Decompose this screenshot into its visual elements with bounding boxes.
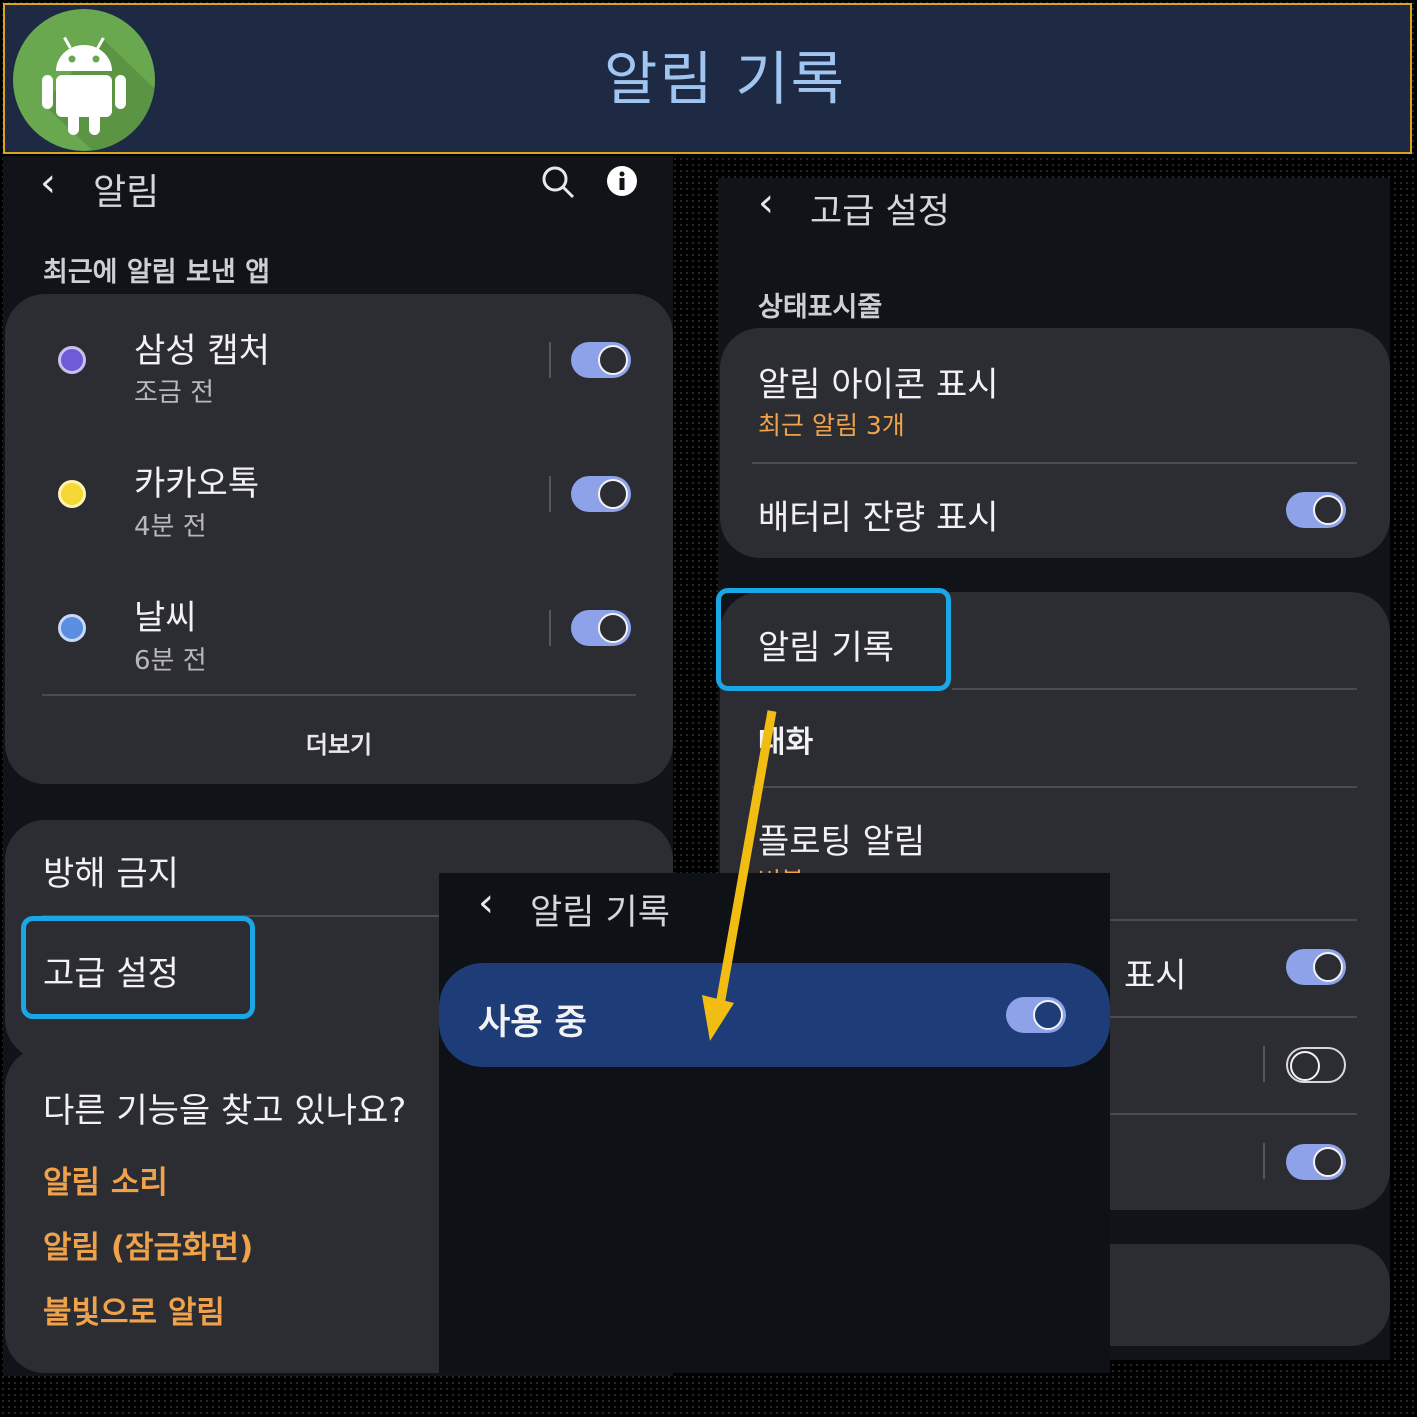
separator <box>1263 1143 1265 1179</box>
option-toggle[interactable] <box>1286 949 1346 985</box>
separator <box>1263 1046 1265 1082</box>
page-title: 고급 설정 <box>810 192 950 232</box>
do-not-disturb-item[interactable]: 방해 금지 <box>43 846 179 895</box>
link-lock-screen[interactable]: 알림 (잠금화면) <box>43 1222 253 1267</box>
advanced-settings-highlight <box>21 916 255 1019</box>
status-bar-section-title: 상태표시줄 <box>758 292 883 323</box>
app-name: 날씨 <box>134 598 197 638</box>
option-toggle[interactable] <box>1286 1144 1346 1180</box>
link-flash-notification[interactable]: 불빛으로 알림 <box>43 1287 225 1332</box>
separator <box>549 342 551 378</box>
banner-title: 알림 기록 <box>604 45 846 113</box>
app-toggle[interactable] <box>571 610 631 646</box>
app-time: 4분 전 <box>134 512 207 542</box>
divider <box>1110 1016 1357 1018</box>
capture-icon <box>58 346 86 374</box>
search-icon[interactable] <box>541 165 575 199</box>
app-time: 6분 전 <box>134 646 207 676</box>
arrow-annotation <box>690 705 790 1050</box>
partial-item-label: 표시 <box>1124 956 1187 996</box>
back-icon[interactable]: ‹ <box>758 180 774 226</box>
notification-icons-item[interactable]: 알림 아이콘 표시 <box>758 357 999 406</box>
app-toggle[interactable] <box>571 476 631 512</box>
divider <box>952 688 1357 690</box>
divider <box>752 462 1357 464</box>
divider <box>752 786 1357 788</box>
kakaotalk-icon <box>58 480 86 508</box>
divider <box>42 694 636 696</box>
link-notification-sound[interactable]: 알림 소리 <box>43 1157 168 1202</box>
divider <box>1110 1113 1357 1115</box>
in-use-toggle[interactable] <box>1006 997 1066 1033</box>
back-icon[interactable]: ‹ <box>40 160 56 206</box>
notification-icons-value: 최근 알림 3개 <box>758 411 905 440</box>
divider <box>1110 919 1357 921</box>
in-use-label: 사용 중 <box>478 1003 587 1043</box>
page-title: 알림 기록 <box>530 893 670 933</box>
option-toggle[interactable] <box>1286 1047 1346 1083</box>
back-icon[interactable]: ‹ <box>478 880 494 926</box>
android-logo-icon <box>13 9 155 151</box>
battery-percentage-item[interactable]: 배터리 잔량 표시 <box>758 490 999 539</box>
info-icon[interactable] <box>606 165 638 197</box>
app-name: 삼성 캡처 <box>134 331 270 371</box>
more-button[interactable]: 더보기 <box>5 725 673 760</box>
battery-toggle[interactable] <box>1286 492 1346 528</box>
separator <box>549 610 551 646</box>
looking-for-title: 다른 기능을 찾고 있나요? <box>43 1091 407 1131</box>
recent-apps-section-title: 최근에 알림 보낸 앱 <box>43 257 270 288</box>
page-title: 알림 <box>93 172 160 213</box>
app-name: 카카오톡 <box>134 464 260 504</box>
notification-history-highlight <box>716 588 951 691</box>
app-time: 조금 전 <box>134 378 215 408</box>
app-toggle[interactable] <box>571 342 631 378</box>
weather-icon <box>58 614 86 642</box>
separator <box>549 476 551 512</box>
